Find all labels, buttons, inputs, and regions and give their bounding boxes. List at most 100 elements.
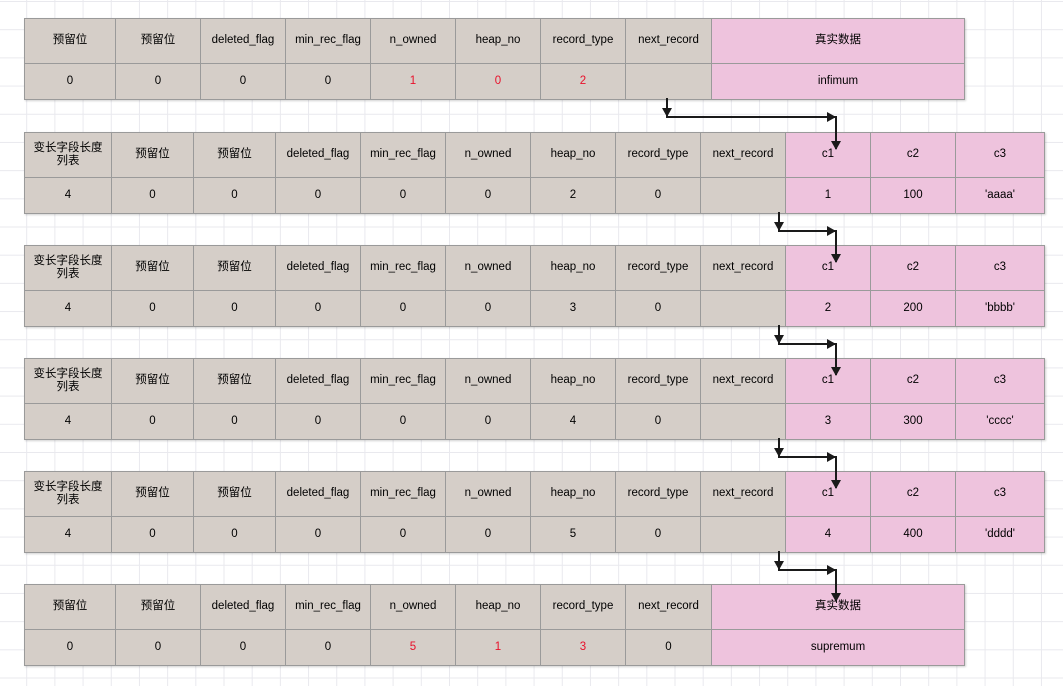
- column-header: n_owned: [446, 246, 530, 291]
- column-header: deleted_flag: [276, 359, 360, 404]
- column-heap_no: heap_no 0: [456, 19, 541, 99]
- column-header: 预留位: [25, 585, 115, 630]
- column-value: 4: [25, 517, 111, 552]
- column-next_record: next_record: [701, 359, 786, 439]
- column-value: 1: [371, 64, 455, 99]
- column-value: 3: [541, 630, 625, 665]
- column-value: 0: [112, 404, 193, 439]
- column-预留位: 预留位 0: [194, 246, 276, 326]
- column-n_owned: n_owned 0: [446, 472, 531, 552]
- column-header: deleted_flag: [201, 585, 285, 630]
- column-next_record: next_record: [701, 133, 786, 213]
- column-value: 4: [25, 404, 111, 439]
- column-value: 0: [361, 517, 445, 552]
- column-value: 0: [112, 291, 193, 326]
- column-heap_no: heap_no 5: [531, 472, 616, 552]
- column-header: n_owned: [446, 359, 530, 404]
- column-value: 0: [361, 291, 445, 326]
- column-value: 0: [446, 291, 530, 326]
- column-header: c3: [956, 472, 1044, 517]
- column-header: record_type: [616, 472, 700, 517]
- column-next_record: next_record: [626, 19, 712, 99]
- connector-arrowhead-terminal: [830, 254, 841, 263]
- column-header: n_owned: [371, 19, 455, 64]
- column-c1: c1 1: [786, 133, 871, 213]
- column-value: 0: [194, 517, 275, 552]
- column-value: 0: [25, 630, 115, 665]
- column-header: next_record: [626, 585, 711, 630]
- column-value: 'dddd': [956, 517, 1044, 552]
- column-next_record: next_record 0: [626, 585, 712, 665]
- column-c3: c3'cccc': [956, 359, 1044, 439]
- column-value: 100: [871, 178, 955, 213]
- column-value: infimum: [712, 64, 964, 99]
- column-value: 0: [276, 291, 360, 326]
- column-record_type: record_type 0: [616, 133, 701, 213]
- column-header: record_type: [541, 19, 625, 64]
- column-deleted_flag: deleted_flag 0: [276, 472, 361, 552]
- column-header: min_rec_flag: [361, 246, 445, 291]
- column-header: 变长字段长度 列表: [25, 246, 111, 291]
- column-value: 0: [116, 630, 200, 665]
- column-value: 'bbbb': [956, 291, 1044, 326]
- column-value: 0: [616, 178, 700, 213]
- column-header: 真实数据: [712, 19, 964, 64]
- column-c1: c1 4: [786, 472, 871, 552]
- column-n_owned: n_owned 5: [371, 585, 456, 665]
- column-header: deleted_flag: [201, 19, 285, 64]
- column-header: 预留位: [112, 359, 193, 404]
- column-value: 0: [361, 178, 445, 213]
- column-value: 0: [116, 64, 200, 99]
- column-预留位: 预留位 0: [116, 19, 201, 99]
- column-record_type: record_type 0: [616, 472, 701, 552]
- column-c1: c1 3: [786, 359, 871, 439]
- column-header: c1: [786, 133, 870, 178]
- column-value: 0: [276, 178, 360, 213]
- connector-arrowhead-terminal: [830, 367, 841, 376]
- column-value: 0: [616, 404, 700, 439]
- column-header: n_owned: [446, 472, 530, 517]
- column-value: [701, 517, 785, 552]
- column-header: next_record: [701, 472, 785, 517]
- column-value: 400: [871, 517, 955, 552]
- column-value: 'cccc': [956, 404, 1044, 439]
- column-header: c2: [871, 133, 955, 178]
- column-value: 0: [201, 630, 285, 665]
- column-heap_no: heap_no 3: [531, 246, 616, 326]
- column-value: 1: [456, 630, 540, 665]
- column-预留位: 预留位 0: [112, 359, 194, 439]
- column-header: n_owned: [371, 585, 455, 630]
- column-deleted_flag: deleted_flag 0: [276, 246, 361, 326]
- column-header: c1: [786, 246, 870, 291]
- column-heap_no: heap_no 4: [531, 359, 616, 439]
- column-value: 4: [25, 291, 111, 326]
- column-变长字段长度-列表: 变长字段长度 列表 4: [25, 359, 112, 439]
- column-heap_no: heap_no 2: [531, 133, 616, 213]
- column-c2: c2 200: [871, 246, 956, 326]
- column-c3: c3'bbbb': [956, 246, 1044, 326]
- column-header: 变长字段长度 列表: [25, 359, 111, 404]
- column-header: record_type: [616, 246, 700, 291]
- column-value: 0: [276, 517, 360, 552]
- column-header: min_rec_flag: [361, 133, 445, 178]
- column-value: 0: [194, 404, 275, 439]
- column-n_owned: n_owned 1: [371, 19, 456, 99]
- column-value: 0: [616, 517, 700, 552]
- column-c3: c3'aaaa': [956, 133, 1044, 213]
- column-header: record_type: [616, 359, 700, 404]
- column-value: 300: [871, 404, 955, 439]
- column-header: next_record: [626, 19, 711, 64]
- column-deleted_flag: deleted_flag 0: [201, 585, 286, 665]
- column-header: heap_no: [456, 585, 540, 630]
- column-value: [701, 178, 785, 213]
- column-header: 预留位: [116, 19, 200, 64]
- column-c2: c2 300: [871, 359, 956, 439]
- column-header: record_type: [541, 585, 625, 630]
- column-header: heap_no: [531, 133, 615, 178]
- column-value: 0: [201, 64, 285, 99]
- column-变长字段长度-列表: 变长字段长度 列表 4: [25, 133, 112, 213]
- column-value: 4: [531, 404, 615, 439]
- column-value: 'aaaa': [956, 178, 1044, 213]
- column-header: c3: [956, 133, 1044, 178]
- column-value: 0: [446, 178, 530, 213]
